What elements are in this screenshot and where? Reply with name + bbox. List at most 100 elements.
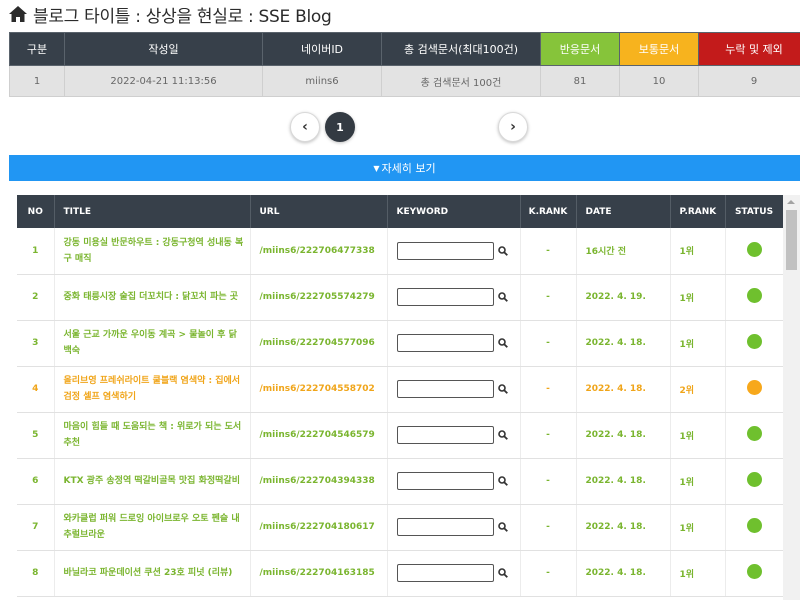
table-row: 4 올리브영 프레쉬라이트 쿨블랙 염색약 : 집에서 검정 셀프 염색하기 /…	[17, 366, 784, 413]
row-url-link[interactable]: /miins6/222704163185	[250, 550, 388, 597]
row-keyword-cell	[387, 504, 521, 551]
summary-normal-count: 10	[619, 65, 699, 97]
row-no: 1	[17, 228, 55, 275]
row-prank: 1위	[670, 274, 726, 321]
col-prank: P.RANK	[670, 195, 726, 228]
keyword-input[interactable]	[396, 380, 494, 398]
search-icon[interactable]	[497, 476, 508, 486]
row-title-link[interactable]: 강동 미용실 반문하우트 : 강동구청역 성내동 복구 매직	[54, 228, 251, 275]
row-keyword-cell	[387, 412, 521, 459]
page-number: 1	[336, 120, 344, 134]
row-no: 8	[17, 550, 55, 597]
summary-row: 1 2022-04-21 11:13:56 miins6 총 검색문서 100건…	[9, 65, 800, 97]
search-icon[interactable]	[497, 522, 508, 532]
row-title-link[interactable]: 마음이 힘들 때 도움되는 책 : 위로가 되는 도서 추천	[54, 412, 251, 459]
row-no: 6	[17, 458, 55, 505]
row-url-link[interactable]: /miins6/222704577096	[250, 320, 388, 367]
summary-index: 1	[9, 65, 65, 97]
page-title-text: 블로그 타이틀 : 상상을 현실로 : SSE Blog	[33, 6, 332, 27]
row-date: 2022. 4. 19.	[576, 274, 671, 321]
row-prank: 2위	[670, 366, 726, 413]
row-url-link[interactable]: /miins6/222704180617	[250, 504, 388, 551]
search-icon[interactable]	[497, 245, 508, 256]
chevron-left-icon: ‹	[302, 119, 308, 135]
row-url-link[interactable]: /miins6/222704558702	[250, 366, 388, 413]
keyword-input[interactable]	[396, 564, 494, 582]
col-url: URL	[250, 195, 388, 228]
row-krank: -	[520, 320, 577, 367]
prev-page-button[interactable]: ‹	[290, 112, 320, 142]
results-panel: NO TITLE URL KEYWORD K.RANK DATE P.RANK …	[17, 195, 800, 600]
row-prank: 1위	[670, 458, 726, 505]
row-status-cell	[725, 274, 784, 321]
summary-header-normal: 보통문서	[619, 32, 699, 66]
keyword-input[interactable]	[396, 334, 494, 352]
summary-header-reactive: 반응문서	[540, 32, 620, 66]
row-status-cell	[725, 228, 784, 275]
summary-table: 구분 작성일 네이버ID 총 검색문서(최대100건) 반응문서 보통문서 누락…	[9, 32, 800, 97]
scroll-up-arrow-icon[interactable]	[787, 200, 795, 204]
keyword-search-box	[396, 380, 520, 398]
search-icon[interactable]	[497, 292, 508, 302]
row-title-link[interactable]: 바닐라코 파운데이션 쿠션 23호 피넛 (리뷰)	[54, 550, 251, 597]
row-date: 2022. 4. 18.	[576, 504, 671, 551]
status-dot-icon	[746, 426, 762, 441]
search-icon[interactable]	[497, 568, 508, 578]
row-title-link[interactable]: KTX 광주 송정역 떡갈비골목 맛집 화정떡갈비	[54, 458, 251, 505]
status-dot-icon	[746, 472, 762, 487]
home-icon[interactable]	[8, 5, 28, 23]
keyword-input[interactable]	[396, 426, 494, 444]
row-status-cell	[725, 320, 784, 367]
keyword-input[interactable]	[396, 288, 494, 306]
row-status-cell	[725, 412, 784, 459]
keyword-input[interactable]	[396, 472, 494, 490]
keyword-search-box	[396, 334, 520, 352]
results-scrollbar[interactable]	[783, 195, 800, 600]
row-status-cell	[725, 366, 784, 413]
row-no: 4	[17, 366, 55, 413]
row-no: 7	[17, 504, 55, 551]
row-date: 2022. 4. 18.	[576, 458, 671, 505]
row-url-link[interactable]: /miins6/222704546579	[250, 412, 388, 459]
summary-total: 총 검색문서 100건	[381, 65, 541, 97]
summary-header-naver-id: 네이버ID	[262, 32, 382, 66]
keyword-input[interactable]	[396, 241, 494, 260]
status-dot-icon	[746, 518, 762, 533]
row-krank: -	[520, 228, 577, 275]
row-date: 2022. 4. 18.	[576, 366, 671, 413]
row-title-link[interactable]: 올리브영 프레쉬라이트 쿨블랙 염색약 : 집에서 검정 셀프 염색하기	[54, 366, 251, 413]
row-url-link[interactable]: /miins6/222704394338	[250, 458, 388, 505]
search-icon[interactable]	[497, 384, 508, 394]
row-url-link[interactable]: /miins6/222706477338	[250, 228, 388, 275]
table-row: 6 KTX 광주 송정역 떡갈비골목 맛집 화정떡갈비 /miins6/2227…	[17, 458, 784, 505]
caret-down-icon: ▼	[373, 163, 380, 173]
row-prank: 1위	[670, 320, 726, 367]
col-date: DATE	[576, 195, 671, 228]
next-page-button[interactable]: ›	[498, 112, 528, 142]
summary-header-missing: 누락 및 제외	[698, 32, 800, 66]
search-icon[interactable]	[497, 338, 508, 348]
row-krank: -	[520, 412, 577, 459]
detail-view-label: 자세히 보기	[381, 162, 436, 175]
search-icon[interactable]	[497, 430, 508, 440]
summary-missing-count: 9	[698, 65, 800, 97]
row-no: 2	[17, 274, 55, 321]
row-status-cell	[725, 504, 784, 551]
chevron-right-icon: ›	[510, 119, 516, 135]
page-1-button[interactable]: 1	[325, 112, 355, 142]
row-keyword-cell	[387, 366, 521, 413]
row-title-link[interactable]: 와카클럽 퍼워 드로잉 아이브로우 오토 펜슬 내추럴브라운	[54, 504, 251, 551]
results-header-row: NO TITLE URL KEYWORD K.RANK DATE P.RANK …	[17, 195, 784, 228]
status-dot-icon	[746, 380, 762, 395]
scroll-thumb[interactable]	[786, 210, 797, 270]
row-prank: 1위	[670, 228, 726, 275]
summary-reactive-count: 81	[540, 65, 620, 97]
row-prank: 1위	[670, 504, 726, 551]
row-url-link[interactable]: /miins6/222705574279	[250, 274, 388, 321]
row-date: 2022. 4. 18.	[576, 550, 671, 597]
keyword-search-box	[396, 564, 520, 582]
row-title-link[interactable]: 중화 태릉시장 술집 더꼬치다 : 닭꼬치 파는 곳	[54, 274, 251, 321]
keyword-input[interactable]	[396, 518, 494, 536]
detail-view-toggle[interactable]: ▼ 자세히 보기	[9, 155, 800, 181]
row-title-link[interactable]: 서울 근교 가까운 우이동 계곡 > 물놀이 후 닭백숙	[54, 320, 251, 367]
